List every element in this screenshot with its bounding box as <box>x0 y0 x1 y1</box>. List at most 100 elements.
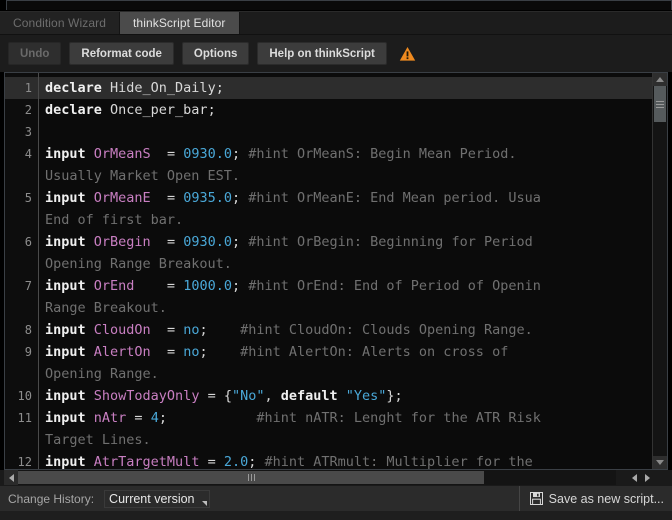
code-line[interactable]: declare Once_per_bar; <box>39 99 652 121</box>
code-token: #hint OrBegin: Beginning for Period <box>248 234 533 250</box>
code-token: #hint nATR: Lenght for the ATR Risk <box>256 410 541 426</box>
undo-button[interactable]: Undo <box>8 42 62 65</box>
code-line[interactable]: declare Hide_On_Daily; <box>39 77 652 99</box>
line-number: 9 <box>24 345 32 359</box>
code-line[interactable]: input OrMeanS = 0930.0; #hint OrMeanS: B… <box>39 143 652 165</box>
code-token: = <box>150 146 184 162</box>
code-token: = <box>150 344 184 360</box>
code-token: Opening Range Breakout. <box>45 256 232 272</box>
vertical-scroll-thumb[interactable] <box>654 86 666 122</box>
code-token: AlertOn <box>93 344 151 360</box>
tab-condition-wizard[interactable]: Condition Wizard <box>0 12 120 34</box>
code-token: OrBegin <box>93 234 151 250</box>
save-as-new-script-label: Save as new script... <box>548 491 664 506</box>
line-number-blank <box>5 429 38 451</box>
code-line[interactable]: input ShowTodayOnly = {"No", default "Ye… <box>39 385 652 407</box>
code-token: #hint OrMeanS: Begin Mean Period. <box>248 146 517 162</box>
code-line[interactable]: input OrEnd = 1000.0; #hint OrEnd: End o… <box>39 275 652 297</box>
code-line[interactable]: Opening Range Breakout. <box>39 253 652 275</box>
chevron-down-icon <box>201 500 207 506</box>
code-token: OrEnd <box>93 278 135 294</box>
code-token: ; <box>248 454 265 469</box>
help-on-thinkscript-button[interactable]: Help on thinkScript <box>257 42 387 65</box>
warning-triangle-icon[interactable] <box>399 45 416 62</box>
code-token: default <box>280 388 346 404</box>
change-history-dropdown[interactable]: Current version <box>104 489 210 508</box>
code-line[interactable]: Opening Range. <box>39 363 652 385</box>
code-token: ; <box>199 322 241 338</box>
code-token: CloudOn <box>93 322 151 338</box>
code-token: = <box>150 322 184 338</box>
vertical-scrollbar[interactable] <box>652 73 667 469</box>
code-line[interactable]: input OrMeanE = 0935.0; #hint OrMeanE: E… <box>39 187 652 209</box>
code-token: = { <box>199 388 232 404</box>
code-token: ; <box>231 190 249 206</box>
line-number: 8 <box>24 323 32 337</box>
code-token: declare <box>45 102 111 118</box>
window-top-strip <box>0 0 672 12</box>
triangle-left-icon <box>8 473 14 482</box>
tab-bar-filler <box>239 12 672 34</box>
code-line[interactable] <box>39 121 652 143</box>
code-text-area[interactable]: declare Hide_On_Daily; declare Once_per_b… <box>39 73 652 469</box>
scrollbar-corner <box>656 470 672 485</box>
floppy-disk-icon <box>529 492 543 505</box>
horizontal-scroll-thumb[interactable] <box>18 471 485 484</box>
horizontal-scroll-buttons[interactable] <box>616 470 656 485</box>
triangle-right-icon[interactable] <box>645 473 650 482</box>
horizontal-scroll-track[interactable] <box>18 470 616 485</box>
line-number-blank <box>5 165 38 187</box>
code-line[interactable]: input OrBegin = 0930.0; #hint OrBegin: B… <box>39 231 652 253</box>
code-token: 0930.0 <box>183 146 232 162</box>
code-line[interactable]: Range Breakout. <box>39 297 652 319</box>
code-token: Target Lines. <box>45 432 151 448</box>
code-token: End of first bar. <box>45 212 184 228</box>
code-token: "No" <box>231 388 265 404</box>
line-number: 10 <box>17 389 32 403</box>
code-line[interactable]: input CloudOn = no; #hint CloudOn: Cloud… <box>39 319 652 341</box>
code-token: declare <box>45 80 111 96</box>
code-token: Hide_On_Daily; <box>110 80 224 96</box>
code-token: #hint OrEnd: End of Period of Openin <box>248 278 541 294</box>
code-token: input <box>45 322 94 338</box>
code-token: 0935.0 <box>183 190 232 206</box>
code-line[interactable]: input nAtr = 4; #hint nATR: Lenght for t… <box>39 407 652 429</box>
options-button-label: Options <box>193 47 238 60</box>
code-line[interactable]: input AtrTargetMult = 2.0; #hint ATRmult… <box>39 451 652 469</box>
code-token: input <box>45 410 94 426</box>
code-token: Range Breakout. <box>45 300 167 316</box>
vertical-scroll-track[interactable] <box>653 86 667 456</box>
scroll-up-button[interactable] <box>653 73 667 86</box>
code-token: "Yes" <box>345 388 387 404</box>
code-line[interactable]: Target Lines. <box>39 429 652 451</box>
horizontal-scrollbar[interactable] <box>0 470 672 485</box>
editor-toolbar: Undo Reformat code Options Help on think… <box>0 35 672 72</box>
code-token: OrMeanE <box>93 190 151 206</box>
tab-thinkscript-editor-label: thinkScript Editor <box>132 16 226 30</box>
code-token: = <box>134 278 184 294</box>
tab-bar: Condition Wizard thinkScript Editor <box>0 12 672 35</box>
code-token: = <box>150 234 184 250</box>
code-token: input <box>45 234 94 250</box>
code-token: = <box>126 410 151 426</box>
code-token: Once_per_bar; <box>110 102 216 118</box>
save-as-new-script-button[interactable]: Save as new script... <box>518 486 664 511</box>
code-editor-frame[interactable]: 1 2 3 4 5 6 7 8 9 10 11 12 declare Hide_On_Daily; de… <box>4 72 668 470</box>
tab-thinkscript-editor[interactable]: thinkScript Editor <box>119 12 240 34</box>
top-panel-edge <box>6 0 672 10</box>
line-number: 5 <box>24 191 32 205</box>
reformat-code-button[interactable]: Reformat code <box>69 42 174 65</box>
scroll-down-button[interactable] <box>653 456 667 469</box>
code-line[interactable]: End of first bar. <box>39 209 652 231</box>
code-token: #hint ATRmult: Multiplier for the <box>264 454 533 469</box>
triangle-left-icon-end[interactable] <box>632 473 637 482</box>
code-line[interactable]: input AlertOn = no; #hint AlertOn: Alert… <box>39 341 652 363</box>
code-token: ; <box>158 410 257 426</box>
hscroll-thumb-grip-icon <box>247 474 255 481</box>
code-token: input <box>45 388 94 404</box>
code-token: input <box>45 454 94 469</box>
code-token: #hint AlertOn: Alerts on cross of <box>240 344 509 360</box>
line-number-blank <box>5 363 38 385</box>
options-button[interactable]: Options <box>181 42 250 65</box>
code-line[interactable]: Usually Market Open EST. <box>39 165 652 187</box>
